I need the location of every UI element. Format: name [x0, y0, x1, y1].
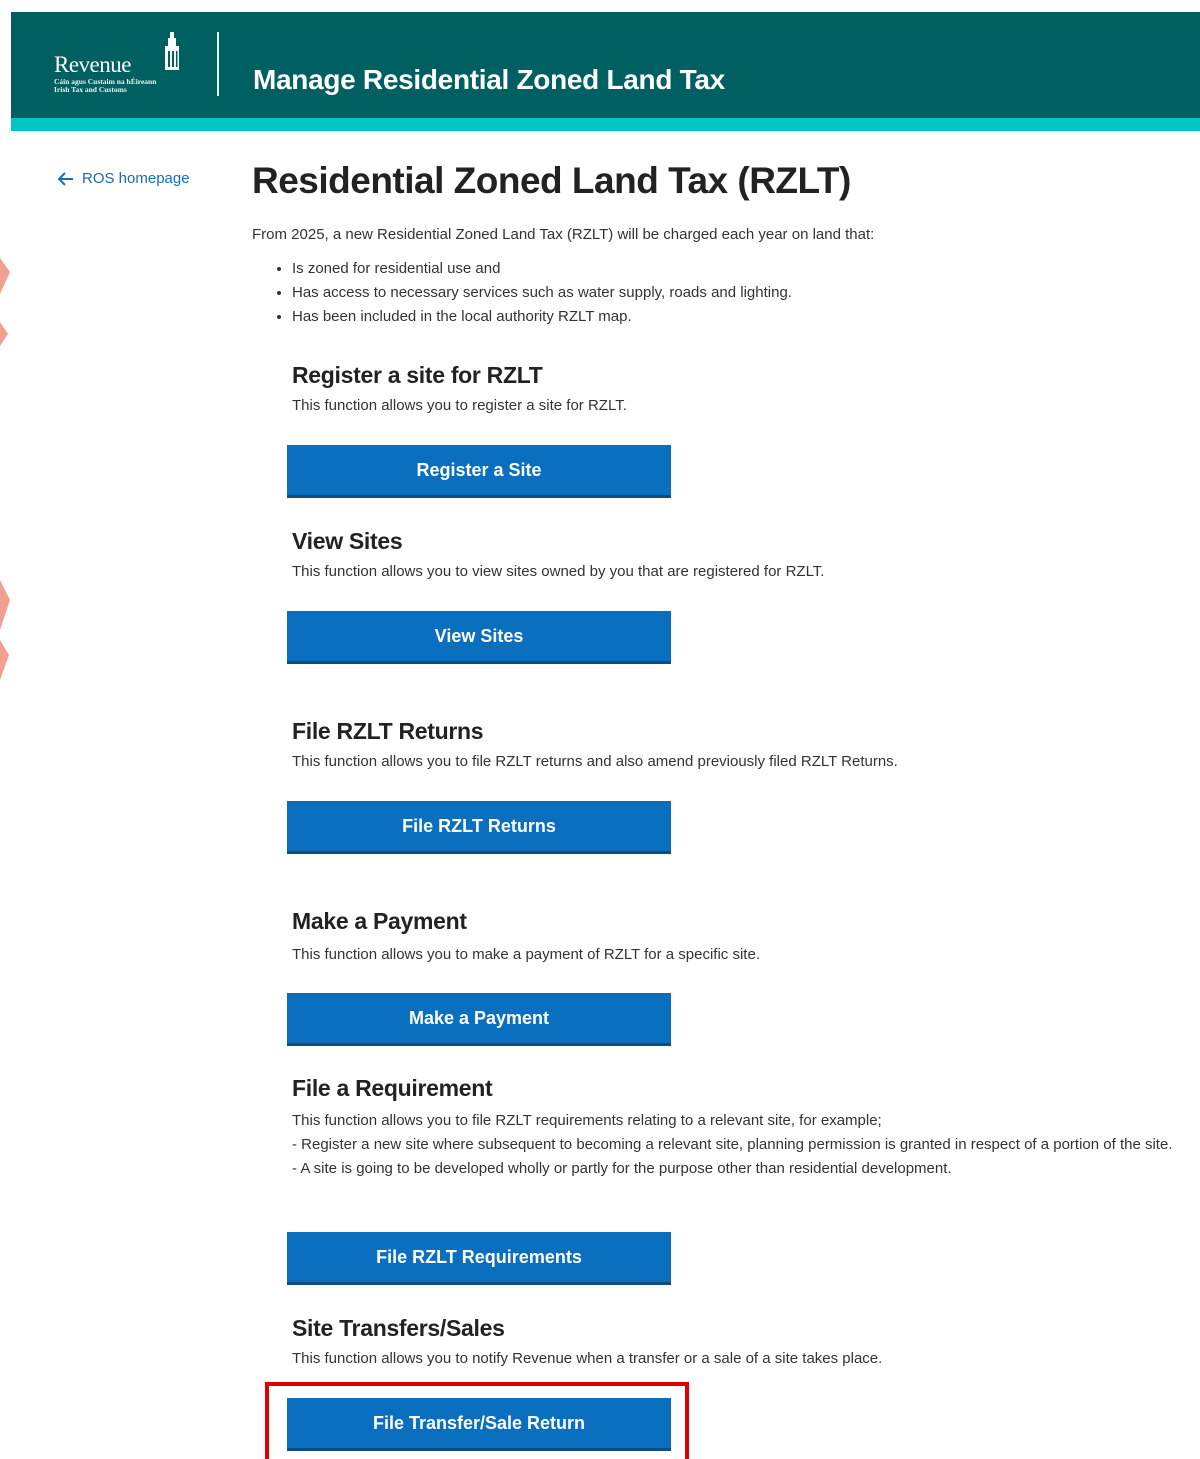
header-accent-stripe [11, 118, 1200, 131]
requirement-desc-intro: This function allows you to file RZLT re… [292, 1112, 882, 1129]
logo-wordmark: Revenue [54, 52, 131, 77]
app-title: Manage Residential Zoned Land Tax [253, 64, 725, 95]
section-title-register: Register a site for RZLT [292, 362, 543, 388]
section-title-payment: Make a Payment [292, 908, 467, 934]
ros-homepage-link[interactable]: ROS homepage [58, 170, 190, 187]
section-desc-requirement: This function allows you to file RZLT re… [292, 1109, 1187, 1181]
section-title-file-returns: File RZLT Returns [292, 718, 484, 744]
list-item: Has been included in the local authority… [292, 305, 792, 329]
intro-text: From 2025, a new Residential Zoned Land … [252, 226, 875, 243]
requirement-desc-line: - A site is going to be developed wholly… [292, 1160, 952, 1177]
section-title-requirement: File a Requirement [292, 1075, 493, 1101]
section-title-transfers: Site Transfers/Sales [292, 1315, 505, 1341]
register-site-button[interactable]: Register a Site [287, 445, 671, 495]
section-desc-payment: This function allows you to make a payme… [292, 946, 760, 963]
file-transfer-sale-return-button[interactable]: File Transfer/Sale Return [287, 1398, 671, 1448]
requirement-desc-line: - Register a new site where subsequent t… [292, 1136, 1173, 1153]
section-desc-file-returns: This function allows you to file RZLT re… [292, 753, 898, 770]
criteria-list: Is zoned for residential use and Has acc… [272, 257, 792, 329]
back-link-label: ROS homepage [82, 170, 190, 187]
section-desc-transfers: This function allows you to notify Reven… [292, 1350, 883, 1367]
section-desc-view-sites: This function allows you to view sites o… [292, 563, 825, 580]
arrow-left-icon [58, 171, 73, 186]
page-title: Residential Zoned Land Tax (RZLT) [252, 160, 851, 201]
file-rzlt-requirements-button[interactable]: File RZLT Requirements [287, 1232, 671, 1282]
header-divider [217, 32, 219, 96]
make-payment-button[interactable]: Make a Payment [287, 993, 671, 1043]
section-title-view-sites: View Sites [292, 528, 403, 554]
revenue-logo[interactable]: Revenue Cáin agus Custaim na hÉireann Ir… [54, 32, 194, 102]
section-desc-register: This function allows you to register a s… [292, 397, 627, 414]
file-rzlt-returns-button[interactable]: File RZLT Returns [287, 801, 671, 851]
list-item: Is zoned for residential use and [292, 257, 792, 281]
logo-subtext: Cáin agus Custaim na hÉireann Irish Tax … [54, 77, 157, 94]
harp-icon [165, 32, 179, 70]
left-edge-decoration [0, 258, 10, 680]
view-sites-button[interactable]: View Sites [287, 611, 671, 661]
list-item: Has access to necessary services such as… [292, 281, 792, 305]
